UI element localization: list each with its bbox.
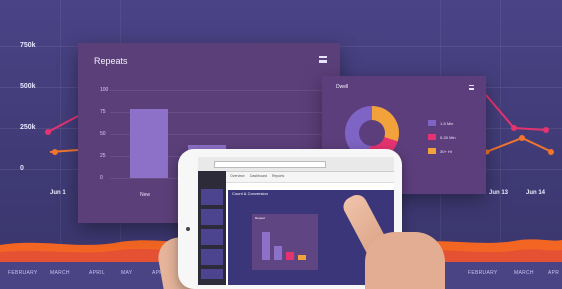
month-label: MARCH (50, 270, 70, 276)
address-bar[interactable] (214, 161, 326, 168)
legend-swatch (428, 134, 436, 140)
mini-repeat-card: Repeat (252, 214, 318, 270)
legend-label: 30+ Hr (440, 149, 453, 154)
sidebar-thumbnail[interactable] (201, 229, 223, 245)
month-label: FEBRUARY (468, 270, 498, 276)
repeats-bar-label: New (140, 192, 151, 198)
sidebar-thumbnail[interactable] (201, 189, 223, 205)
repeats-y-tick: 25 (100, 153, 106, 159)
tab-overview[interactable]: Overview (230, 174, 245, 178)
tablet-sidebar (198, 171, 226, 285)
repeats-y-tick: 75 (100, 109, 106, 115)
dwell-card-title: Dwell (336, 84, 349, 90)
hamburger-menu-icon[interactable] (319, 56, 327, 63)
tab-dashboard[interactable]: Dashboard (250, 174, 267, 178)
mini-bar (298, 255, 306, 260)
mini-bar (286, 252, 294, 260)
repeats-y-tick: 50 (100, 131, 106, 137)
month-label: APRIL (89, 270, 105, 276)
month-label: APR (548, 270, 560, 276)
month-label: MAY (121, 270, 133, 276)
legend-label: 5-30 Min (440, 135, 456, 140)
month-label: FEBRUARY (8, 270, 38, 276)
repeats-grid-line (110, 90, 326, 91)
repeats-y-tick: 100 (100, 87, 109, 93)
tablet-camera (186, 227, 190, 231)
sidebar-thumbnail[interactable] (201, 209, 223, 225)
month-label: MARCH (514, 270, 534, 276)
repeats-card-title: Repeats (94, 56, 128, 66)
main-view-title: Count & Conversion (232, 191, 268, 196)
mini-bar (262, 232, 270, 260)
dashboard-background: 750k 500k 250k 0 Jun 1 Jun 13 Jun 14 FEB… (0, 0, 562, 289)
legend-swatch (428, 148, 436, 154)
sidebar-thumbnail[interactable] (201, 249, 223, 265)
legend-swatch (428, 120, 436, 126)
legend-label: 1-5 Min (440, 121, 454, 126)
menu-icon[interactable] (469, 85, 474, 90)
mini-card-title: Repeat (255, 216, 265, 220)
mini-bar (274, 246, 282, 260)
right-hand (365, 232, 445, 289)
app-tab-bar: Overview Dashboard Reports (198, 172, 394, 183)
repeats-bar (130, 109, 168, 178)
sidebar-thumbnail[interactable] (201, 269, 223, 279)
repeats-y-tick: 0 (100, 175, 103, 181)
browser-toolbar (198, 157, 394, 172)
tab-reports[interactable]: Reports (272, 174, 284, 178)
